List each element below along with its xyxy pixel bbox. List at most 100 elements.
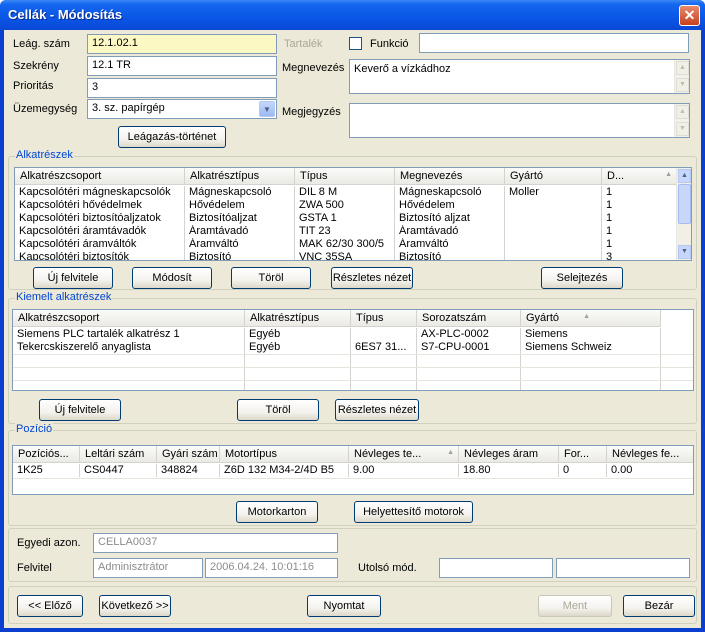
column-header[interactable]: Alkatrészcsoport [15, 168, 185, 185]
megjegyzes-field[interactable]: ▲ ▼ [349, 103, 690, 138]
alkatresz-delete-button[interactable]: Töröl [231, 267, 311, 289]
column-header-sorted[interactable]: Névleges te... ▲ [349, 446, 459, 463]
window-title: Cellák - Módosítás [8, 7, 123, 22]
table-row[interactable]: Kapcsolótéri hővédelmek Hővédelem ZWA 50… [15, 199, 677, 212]
column-header[interactable]: Pozíciós... [13, 446, 80, 463]
table-cell: 348824 [157, 464, 220, 477]
scroll-down-icon[interactable]: ▼ [678, 245, 691, 259]
tartalek-checkbox[interactable] [349, 37, 362, 50]
scroll-down-icon[interactable]: ▼ [676, 78, 689, 92]
save-button[interactable]: Ment [538, 595, 612, 617]
table-cell [351, 354, 417, 367]
kiemelt-details-button[interactable]: Részletes nézet [335, 399, 419, 421]
table-cell: Kapcsolótéri áramváltók [15, 238, 185, 251]
close-window-button[interactable]: ✕ [679, 5, 700, 26]
szekreny-field[interactable]: 12.1 TR [87, 56, 277, 76]
pozicio-table[interactable]: Pozíciós... Leltári szám Gyári szám Moto… [12, 445, 694, 495]
kiemelt-table[interactable]: Alkatrészcsoport Alkatrésztípus Típus So… [12, 309, 694, 391]
alkatresz-scrap-button[interactable]: Selejtezés [541, 267, 623, 289]
column-header[interactable]: Típus [295, 168, 395, 185]
column-header-sorted[interactable]: Gyártó ▲ [521, 310, 661, 327]
column-header[interactable]: Névleges áram [459, 446, 559, 463]
table-cell [13, 354, 245, 367]
scroll-up-icon[interactable]: ▲ [678, 169, 691, 183]
table-cell: CS0447 [80, 464, 157, 477]
column-header[interactable]: Gyártó [505, 168, 602, 185]
megnevezes-scrollbar[interactable]: ▲ ▼ [674, 60, 689, 93]
table-cell: MAK 62/30 300/5 [295, 238, 395, 251]
print-button[interactable]: Nyomtat [307, 595, 381, 617]
helyettesito-motorok-button[interactable]: Helyettesítő motorok [354, 501, 473, 523]
scroll-up-icon[interactable]: ▲ [676, 105, 689, 119]
table-row[interactable]: Kapcsolótéri biztosítók Biztosító VNC 35… [15, 251, 677, 260]
funkcio-label: Funkció [370, 38, 409, 50]
prioritas-field[interactable]: 3 [87, 78, 277, 98]
scroll-up-icon[interactable]: ▲ [676, 61, 689, 75]
funkcio-field[interactable] [419, 33, 689, 53]
alkatresz-edit-button[interactable]: Módosít [132, 267, 212, 289]
column-header[interactable]: Motortípus [220, 446, 349, 463]
alkatresz-new-button[interactable]: Új felvitele [33, 267, 113, 289]
alkatresz-details-button[interactable]: Részletes nézet [331, 267, 413, 289]
column-header[interactable]: Alkatrészcsoport [13, 310, 245, 327]
table-row[interactable]: 1K25 CS0447 348824 Z6D 132 M34-2/4D B5 9… [13, 464, 693, 477]
utolso-mod-user-field [439, 558, 553, 578]
table-row[interactable]: Kapcsolótéri biztosítóaljzatok Biztosító… [15, 212, 677, 225]
scroll-down-icon[interactable]: ▼ [676, 122, 689, 136]
kiemelt-delete-button[interactable]: Töröl [237, 399, 319, 421]
table-row[interactable]: Tekercskiszerelő anyaglista Egyéb 6ES7 3… [13, 341, 661, 354]
close-button[interactable]: Bezár [623, 595, 695, 617]
column-header[interactable]: Alkatrésztípus [185, 168, 295, 185]
megnevezes-field[interactable]: Keverő a vízkádhoz ▲ ▼ [349, 59, 690, 94]
table-row[interactable]: Kapcsolótéri mágneskapcsolók Mágneskapcs… [15, 186, 677, 199]
column-header-sorted[interactable]: D... ▲ [602, 168, 677, 185]
column-header-label: Névleges te... [354, 448, 422, 460]
column-header[interactable]: Típus [351, 310, 417, 327]
column-header[interactable]: Megnevezés [395, 168, 505, 185]
table-cell [245, 367, 351, 390]
kiemelt-title: Kiemelt alkatrészek [15, 291, 113, 303]
megnevezes-value: Keverő a vízkádhoz [354, 63, 451, 75]
column-header[interactable]: Gyári szám [157, 446, 220, 463]
alkatreszek-table[interactable]: Alkatrészcsoport Alkatrésztípus Típus Me… [14, 167, 692, 261]
kiemelt-header: Alkatrészcsoport Alkatrésztípus Típus So… [13, 310, 661, 327]
uzemegyseg-select[interactable]: 3. sz. papírgép ▼ [87, 99, 277, 119]
alkatreszek-group: Alkatrészek Alkatrészcsoport Alkatrésztí… [8, 149, 697, 290]
table-cell: S7-CPU-0001 [417, 341, 521, 354]
table-cell: 1 [602, 225, 677, 238]
leagazas-tortenet-button[interactable]: Leágazás-történet [118, 126, 226, 148]
table-cell: 0 [559, 464, 607, 477]
column-header[interactable]: Sorozatszám [417, 310, 521, 327]
megjegyzes-scrollbar[interactable]: ▲ ▼ [674, 104, 689, 137]
table-cell [505, 199, 602, 212]
table-cell: 9.00 [349, 464, 459, 477]
column-header[interactable]: For... [559, 446, 607, 463]
sort-asc-icon: ▲ [583, 313, 590, 320]
table-row[interactable]: Kapcsolótéri áramtávadók Áramtávadó TIT … [15, 225, 677, 238]
table-cell: Siemens [521, 328, 661, 341]
title-bar: Cellák - Módosítás ✕ [0, 0, 705, 30]
kiemelt-new-button[interactable]: Új felvitele [39, 399, 121, 421]
alkatreszek-scrollbar[interactable]: ▲ ▼ [676, 168, 691, 260]
tartalek-label: Tartalék [284, 38, 323, 50]
table-cell: 18.80 [459, 464, 559, 477]
next-button[interactable]: Következő >> [99, 595, 171, 617]
prev-button[interactable]: << Előző [17, 595, 83, 617]
table-cell: Hővédelem [395, 199, 505, 212]
table-cell: Siemens Schweiz [521, 341, 661, 354]
table-row[interactable]: Kapcsolótéri áramváltók Áramváltó MAK 62… [15, 238, 677, 251]
felvitel-user-field: Adminisztrátor [93, 558, 203, 578]
scroll-thumb[interactable] [678, 184, 691, 224]
column-header[interactable]: Leltári szám [80, 446, 157, 463]
table-cell: 1 [602, 199, 677, 212]
motorkarton-button[interactable]: Motorkarton [236, 501, 318, 523]
felvitel-label: Felvitel [17, 562, 52, 574]
leag-szam-field[interactable]: 12.1.02.1 [87, 34, 277, 54]
table-row[interactable]: Siemens PLC tartalék alkatrész 1 Egyéb A… [13, 328, 661, 341]
table-cell: Áramtávadó [185, 225, 295, 238]
table-cell: 1K25 [13, 464, 80, 477]
chevron-down-icon[interactable]: ▼ [259, 101, 275, 117]
column-header[interactable]: Névleges fe... [607, 446, 693, 463]
table-cell: Z6D 132 M34-2/4D B5 [220, 464, 349, 477]
column-header[interactable]: Alkatrésztípus [245, 310, 351, 327]
